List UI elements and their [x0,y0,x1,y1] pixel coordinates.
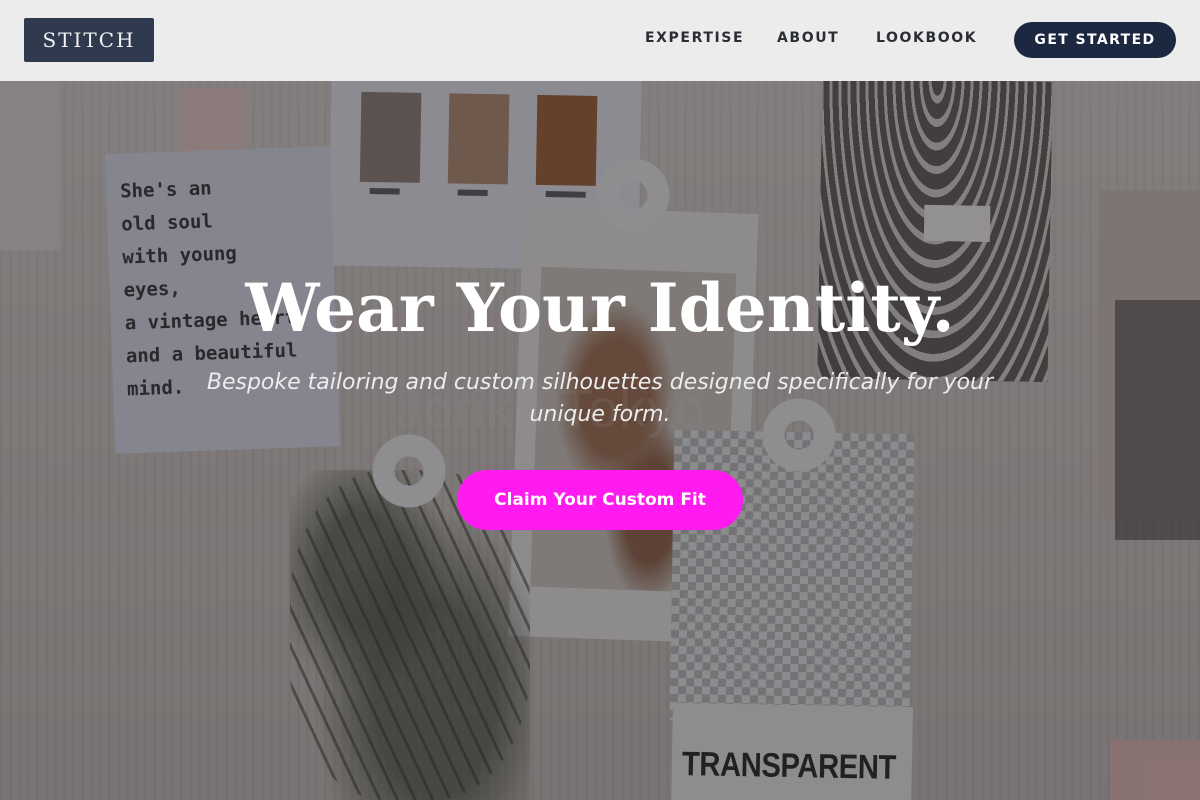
nav-link-lookbook[interactable]: LOOKBOOK [876,30,977,46]
get-started-button[interactable]: GET STARTED [1014,22,1176,58]
hero-subtitle: Bespoke tailoring and custom silhouettes… [206,370,994,427]
top-navbar: STITCH EXPERTISE ABOUT LOOKBOOK GET STAR… [0,0,1200,81]
nav-link-expertise[interactable]: EXPERTISE [645,30,744,46]
claim-custom-fit-button[interactable]: Claim Your Custom Fit [457,470,743,530]
hero-title: Wear Your Identity. [245,269,955,347]
nav-link-about[interactable]: ABOUT [777,30,839,46]
brand-logo[interactable]: STITCH [24,18,154,62]
hero-section: Wear Your Identity. Bespoke tailoring an… [0,81,1200,800]
